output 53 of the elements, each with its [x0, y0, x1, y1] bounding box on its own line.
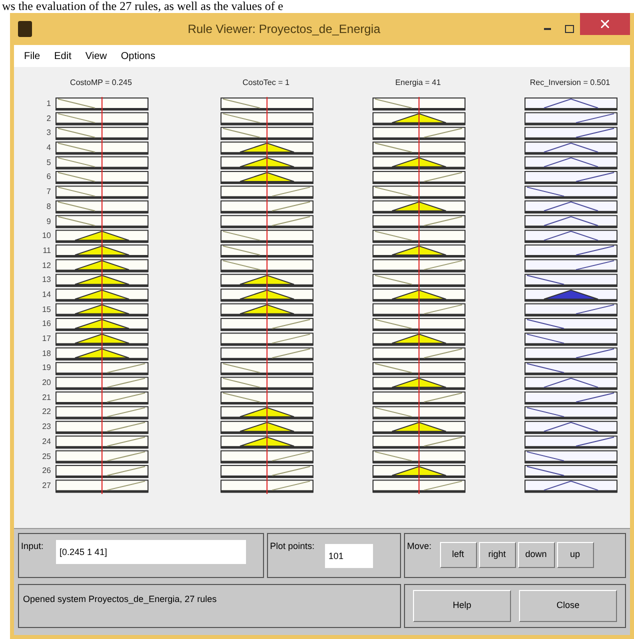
input-value-line[interactable] [266, 97, 268, 494]
dialog-button[interactable]: Help [413, 590, 511, 622]
rule-number: 15 [42, 304, 51, 316]
plot-points-label: Plot points: [270, 540, 315, 553]
rule-number: 4 [46, 142, 51, 154]
rule-number: 23 [42, 421, 51, 434]
rule-number: 20 [42, 377, 51, 390]
move-button[interactable]: up [556, 542, 594, 568]
rule-number: 5 [46, 156, 51, 169]
dialog-button[interactable]: Close [519, 590, 617, 622]
rule-number: 13 [42, 274, 51, 286]
rule-number: 27 [42, 480, 51, 492]
move-button[interactable]: down [518, 542, 555, 568]
rule-number: 7 [46, 186, 51, 198]
menu-item[interactable]: File [24, 48, 40, 64]
rule-number: 2 [46, 112, 51, 125]
rule-number: 22 [42, 406, 51, 418]
app-icon [18, 21, 32, 37]
input-label: Input: [21, 540, 44, 553]
rule-number: 14 [42, 288, 51, 301]
rule-number: 6 [46, 171, 51, 184]
caption-text: ws the evaluation of the 27 rules, as well as the values of e [2, 0, 284, 13]
rule-number: 9 [46, 216, 51, 228]
rule-number: 17 [42, 333, 51, 345]
rule-number: 1 [46, 98, 51, 110]
move-label: Move: [407, 540, 432, 553]
rule-number: 12 [42, 260, 51, 272]
menu-item[interactable]: Options [120, 48, 156, 64]
rule-number: 18 [42, 348, 51, 360]
variable-label: Energia = 41 [394, 77, 442, 89]
rule-number: 25 [42, 450, 51, 462]
rule-number: 3 [46, 127, 51, 140]
close-icon [601, 20, 609, 28]
plot-points-field[interactable]: 101 [324, 544, 373, 568]
move-button[interactable]: right [478, 542, 516, 568]
menu-item[interactable]: Edit [54, 48, 72, 64]
rule-number: 11 [42, 244, 51, 257]
input-value-line[interactable] [418, 97, 420, 494]
variable-label: CostoTec = 1 [242, 77, 290, 89]
rule-number: 19 [42, 362, 51, 374]
rule-number: 24 [42, 436, 51, 448]
variable-label: Rec_Inversion = 0.501 [528, 77, 612, 89]
rule-number: 10 [42, 230, 51, 242]
move-button[interactable]: left [440, 542, 477, 568]
rule-number: 21 [42, 392, 51, 404]
rule-number: 8 [46, 200, 51, 213]
menu-item[interactable]: View [85, 48, 107, 64]
window-title: Rule Viewer: Proyectos_de_Energia [186, 21, 382, 38]
input-field[interactable]: [0.245 1 41] [56, 540, 246, 564]
variable-label: CostoMP = 0.245 [69, 77, 133, 89]
rule-number: 16 [42, 318, 51, 330]
status-message: Opened system Proyectos_de_Energia, 27 rules [23, 594, 217, 604]
rule-number: 26 [42, 465, 51, 478]
